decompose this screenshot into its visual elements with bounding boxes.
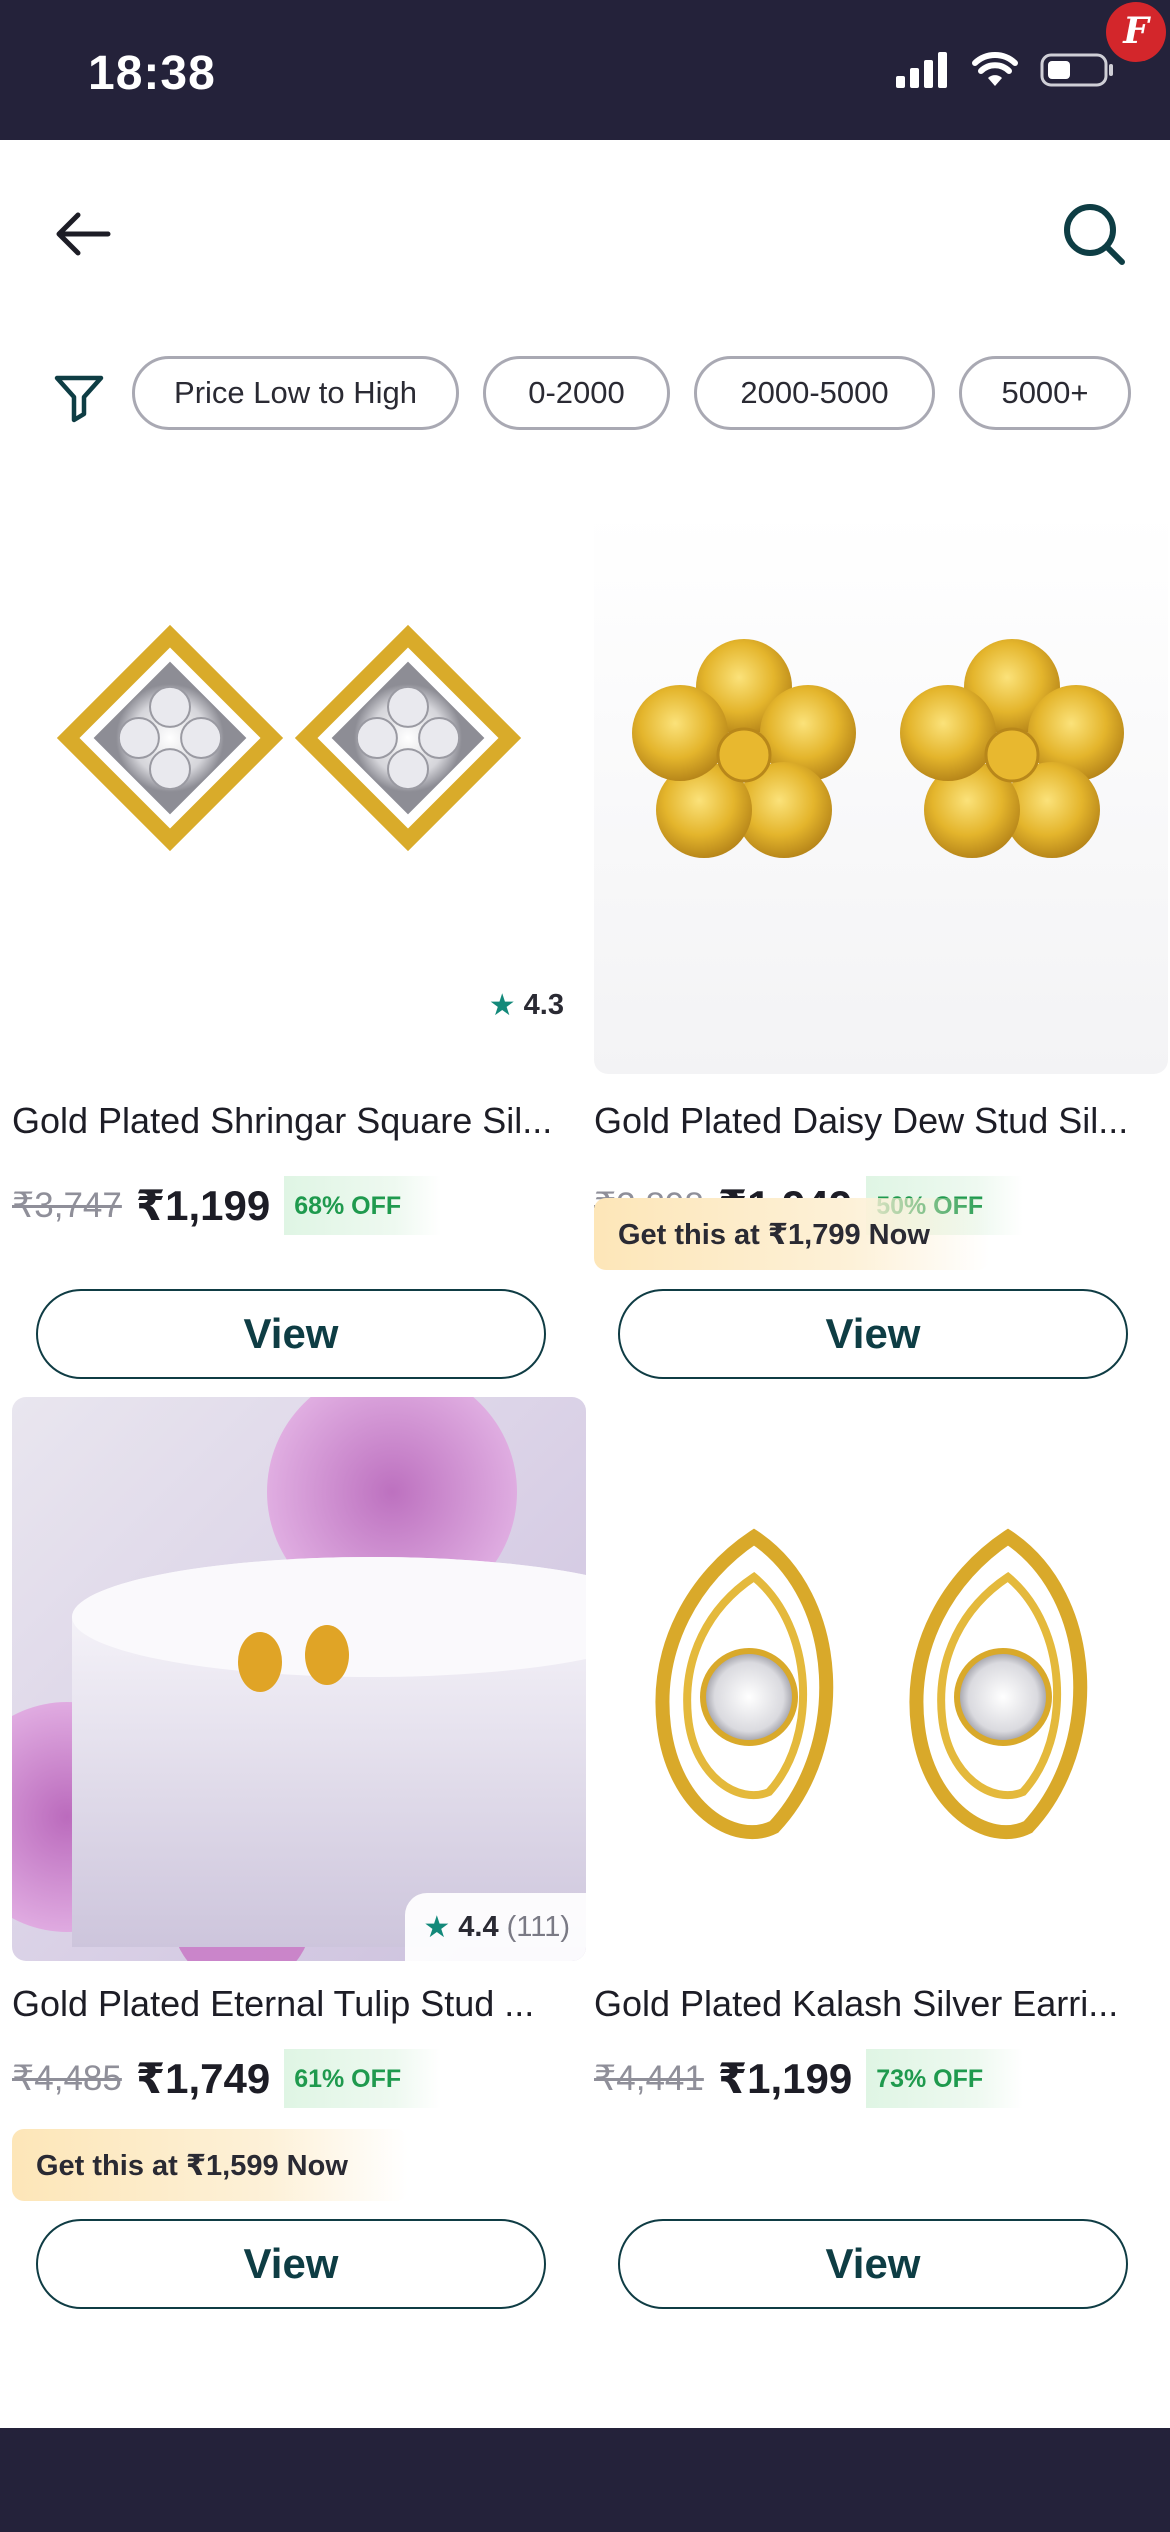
product-title[interactable]: Gold Plated Eternal Tulip Stud ... bbox=[12, 1983, 586, 2025]
earring-image bbox=[12, 1397, 586, 1961]
signal-icon bbox=[896, 52, 947, 88]
price-row: ₹4,441 ₹1,199 73% OFF bbox=[594, 2049, 1024, 2108]
battery-icon bbox=[1040, 53, 1113, 87]
product-title[interactable]: Gold Plated Daisy Dew Stud Sil... bbox=[594, 1100, 1168, 1142]
star-icon: ★ bbox=[488, 989, 516, 1022]
rating: ★ 4.3 bbox=[489, 988, 564, 1023]
product-card[interactable]: Gold Plated Daisy Dew Stud Sil... ₹3,898… bbox=[594, 510, 1168, 1380]
product-card[interactable]: Gold Plated Kalash Silver Earri... ₹4,44… bbox=[594, 1397, 1168, 2309]
back-arrow-icon[interactable] bbox=[48, 198, 120, 270]
view-button[interactable]: View bbox=[618, 2219, 1128, 2309]
price-row: ₹3,747 ₹1,199 68% OFF bbox=[12, 1176, 442, 1235]
star-icon: ★ bbox=[423, 1910, 451, 1944]
mrp: ₹4,485 bbox=[12, 2058, 122, 2098]
status-bar: 18:38 F bbox=[0, 0, 1170, 140]
price: ₹1,199 bbox=[717, 2055, 853, 2102]
earring-image bbox=[655, 1528, 1088, 1839]
status-icons bbox=[896, 52, 1114, 88]
chip-5000-plus[interactable]: 5000+ bbox=[959, 356, 1131, 430]
price: ₹1,199 bbox=[135, 1182, 271, 1229]
earring-image bbox=[632, 639, 1124, 858]
view-button[interactable]: View bbox=[618, 1289, 1128, 1379]
product-card[interactable]: ★ 4.3 Gold Plated Shringar Square Sil...… bbox=[12, 510, 586, 1380]
product-image[interactable] bbox=[594, 1397, 1168, 1961]
search-icon[interactable] bbox=[1058, 198, 1130, 270]
rating-count: (111) bbox=[506, 1910, 570, 1943]
price: ₹1,749 bbox=[135, 2055, 271, 2102]
mrp: ₹3,747 bbox=[12, 1185, 122, 1225]
filter-bar: Price Low to High 0-2000 2000-5000 5000+ bbox=[0, 350, 1170, 440]
chip-2000-5000[interactable]: 2000-5000 bbox=[694, 356, 935, 430]
wifi-icon bbox=[972, 52, 1018, 86]
discount-badge: 73% OFF bbox=[866, 2049, 1024, 2108]
status-time: 18:38 bbox=[88, 47, 216, 100]
view-button[interactable]: View bbox=[36, 2219, 546, 2309]
rating: ★ 4.4 (111) bbox=[405, 1893, 586, 1961]
discount-badge: 61% OFF bbox=[284, 2049, 442, 2108]
discount-badge: 68% OFF bbox=[284, 1176, 442, 1235]
mrp: ₹4,441 bbox=[594, 2058, 704, 2098]
app-logo-badge: F bbox=[1106, 2, 1166, 62]
rating-value: 4.4 bbox=[458, 1910, 499, 1943]
product-card[interactable]: ★ 4.4 (111) Gold Plated Eternal Tulip St… bbox=[12, 1397, 586, 2309]
bottom-bar bbox=[0, 2428, 1170, 2532]
product-title[interactable]: Gold Plated Shringar Square Sil... bbox=[12, 1100, 586, 1142]
view-button[interactable]: View bbox=[36, 1289, 546, 1379]
rating-value: 4.3 bbox=[523, 989, 564, 1021]
offer-banner[interactable]: Get this at ₹1,799 Now bbox=[594, 1198, 990, 1270]
chip-0-2000[interactable]: 0-2000 bbox=[483, 356, 670, 430]
chip-price-low-to-high[interactable]: Price Low to High bbox=[132, 356, 459, 430]
product-image[interactable]: ★ 4.3 bbox=[12, 510, 586, 1074]
product-image[interactable]: ★ 4.4 (111) bbox=[12, 1397, 586, 1961]
offer-banner[interactable]: Get this at ₹1,599 Now bbox=[12, 2129, 408, 2201]
product-title[interactable]: Gold Plated Kalash Silver Earri... bbox=[594, 1983, 1168, 2025]
header bbox=[0, 140, 1170, 320]
filter-icon[interactable] bbox=[52, 370, 106, 424]
price-row: ₹4,485 ₹1,749 61% OFF bbox=[12, 2049, 442, 2108]
product-image[interactable] bbox=[594, 510, 1168, 1074]
